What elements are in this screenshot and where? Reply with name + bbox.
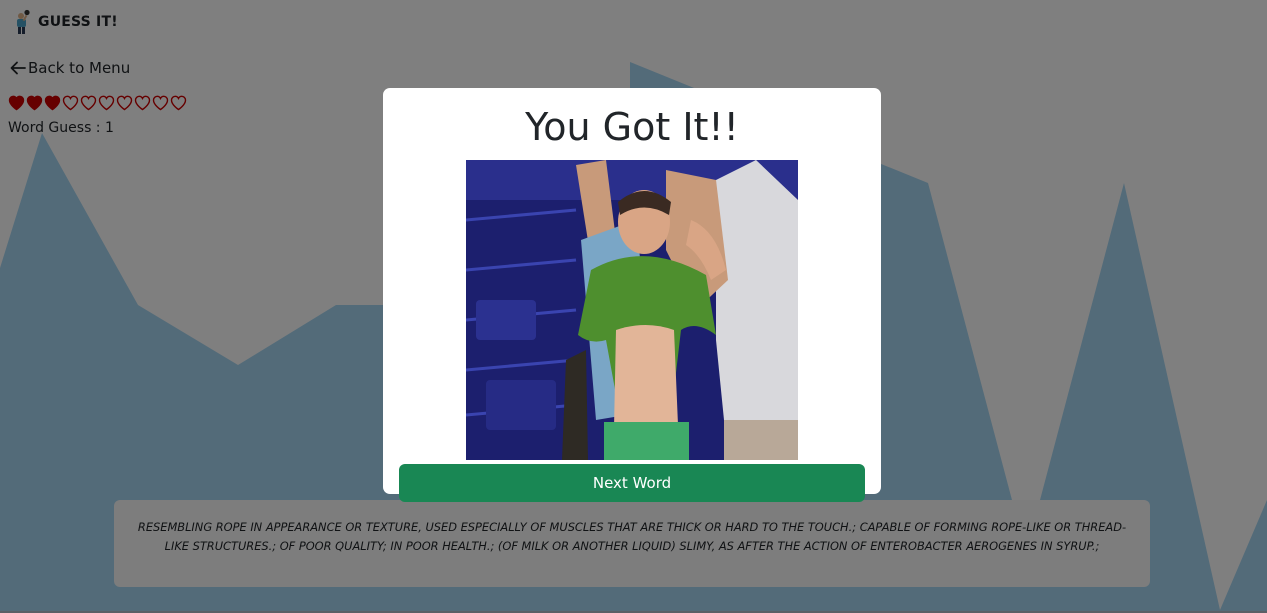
modal-title: You Got It!! [525,105,739,149]
next-word-button[interactable]: Next Word [399,464,865,502]
celebration-gif [466,160,798,460]
game-screen: GUESS IT! Back to Menu Word Guess : 1 RE… [0,0,1267,613]
success-modal: You Got It!! Next Word [383,88,881,502]
